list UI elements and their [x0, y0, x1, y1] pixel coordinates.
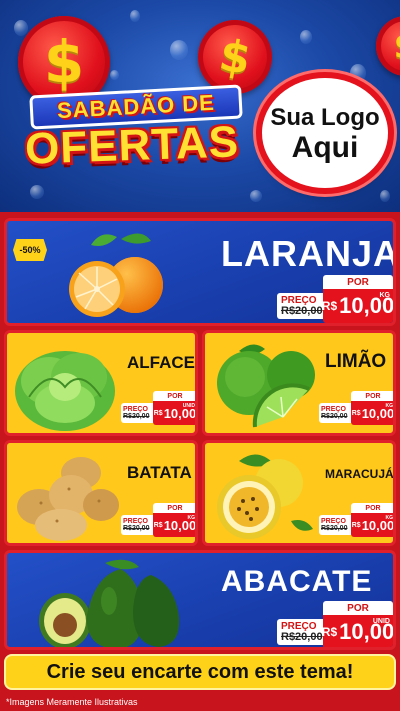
product-name: ABACATE [221, 565, 373, 598]
por-label: POR [323, 275, 393, 289]
header-banner: $ $ $ SABADÃO DE OFERTAS Sua Logo Aqui [0, 0, 400, 212]
price-tag: POR PREÇO R$20,00 R$ 10,00 UNID [277, 601, 393, 647]
water-drop [350, 64, 366, 82]
water-drop [170, 40, 188, 60]
unit-label: KG [385, 515, 394, 521]
water-drop [380, 190, 390, 202]
water-drop [300, 30, 312, 44]
product-card-maracuja: MARACUJÁ POR PREÇO R$20,00 R$ 10,00 KG [202, 440, 396, 546]
old-price: PREÇO R$20,00 [121, 403, 153, 423]
logo-line-1: Sua Logo [270, 104, 380, 131]
por-label: POR [323, 601, 393, 615]
passion-fruit-image [217, 454, 313, 539]
orange-image [69, 233, 163, 317]
product-card-limao: LIMÃO POR PREÇO R$20,00 R$ 10,00 KG [202, 330, 396, 436]
water-drop [250, 190, 262, 202]
old-price: PREÇO R$20,00 [319, 515, 351, 535]
product-card-laranja: -50% LARANJA POR PREÇO R$20,00 R$ 10,00 K… [4, 218, 396, 326]
product-name: LARANJA [221, 233, 396, 274]
water-drop [30, 185, 44, 199]
potato-image [17, 457, 119, 541]
por-label: POR [351, 391, 393, 401]
unit-label: KG [385, 403, 394, 409]
por-label: POR [351, 503, 393, 513]
product-card-abacate: ABACATE POR PREÇO R$20,00 R$ 10,00 UNID [4, 550, 396, 650]
price-tag: POR PREÇO R$20,00 R$ 10,00 KG [319, 503, 394, 537]
promo-title: SABADÃO DE OFERTAS [8, 84, 256, 178]
avocado-image [39, 559, 180, 647]
unit-label: KG [187, 515, 196, 521]
cta-banner[interactable]: Crie seu encarte com este tema! [4, 654, 396, 690]
logo-line-2: Aqui [291, 131, 359, 164]
lime-image [217, 344, 315, 428]
disclaimer-text: *Imagens Meramente Ilustrativas [6, 697, 138, 707]
price-tag: POR PREÇO R$20,00 R$ 10,00 KG [121, 503, 196, 537]
old-price: PREÇO R$20,00 [277, 619, 325, 645]
product-card-batata: BATATA POR PREÇO R$20,00 R$ 10,00 KG [4, 440, 198, 546]
por-label: POR [153, 391, 195, 401]
price-tag: POR PREÇO R$20,00 R$ 10,00 UNID [121, 391, 195, 425]
por-label: POR [153, 503, 195, 513]
logo-placeholder: Sua Logo Aqui [262, 78, 388, 188]
old-price: PREÇO R$20,00 [121, 515, 153, 535]
discount-badge: -50% [13, 239, 47, 261]
unit-label: UNID [372, 618, 390, 625]
old-price: PREÇO R$20,00 [319, 403, 351, 423]
unit-label: KG [379, 292, 391, 299]
title-main: OFERTAS [24, 117, 240, 174]
product-name: ALFACE [127, 353, 195, 372]
water-drop [14, 20, 28, 36]
price-tag: POR PREÇO R$20,00 R$ 10,00 KG [319, 391, 394, 425]
price-tag: POR PREÇO R$20,00 R$ 10,00 KG [277, 275, 393, 323]
dollar-coin-icon: $ [376, 16, 400, 76]
product-card-alface: ALFACE POR PREÇO R$20,00 R$ 10,00 UNID [4, 330, 198, 436]
product-name: MARACUJÁ [325, 467, 394, 481]
unit-label: UNID [182, 403, 195, 409]
product-name: BATATA [127, 463, 192, 482]
old-price: PREÇO R$20,00 [277, 293, 325, 319]
water-drop [130, 10, 140, 22]
lettuce-image [15, 351, 115, 431]
product-name: LIMÃO [325, 351, 387, 372]
water-drop [110, 70, 119, 80]
